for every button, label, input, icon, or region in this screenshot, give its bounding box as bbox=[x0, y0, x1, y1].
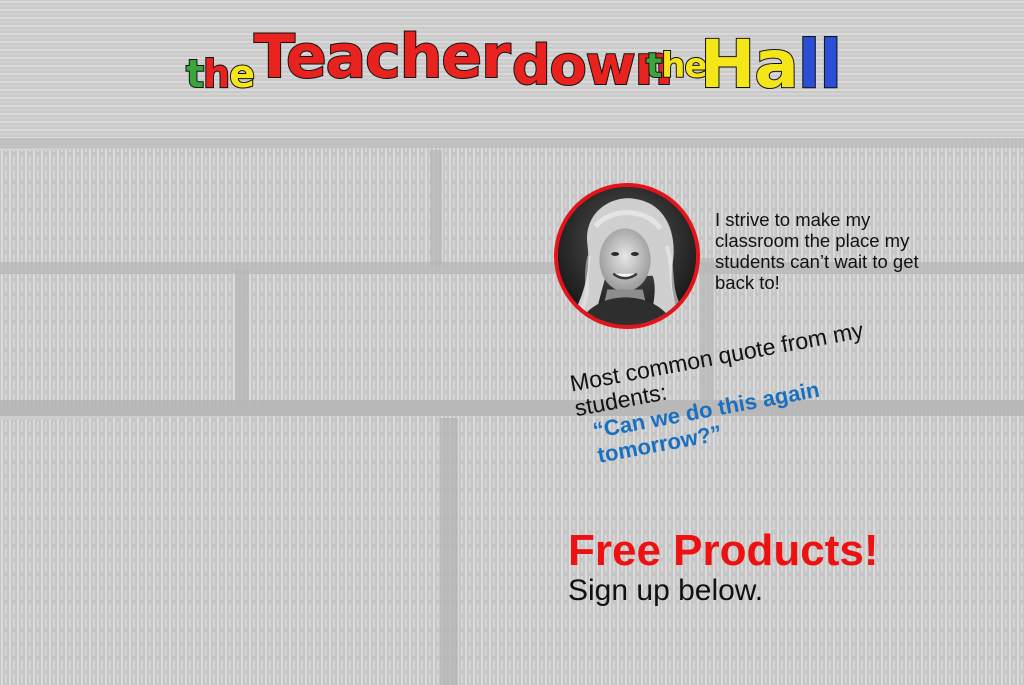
free-products-headline: Free Products! bbox=[568, 526, 879, 575]
site-logo[interactable]: the Teacher down the Hall bbox=[185, 21, 846, 112]
logo-word-the-1: the bbox=[185, 51, 256, 97]
logo-word-the-2: the bbox=[645, 45, 709, 87]
teacher-avatar bbox=[554, 183, 700, 329]
portrait-photo-icon bbox=[558, 187, 696, 325]
logo-word-teacher: Teacher bbox=[253, 21, 512, 93]
signup-subtext: Sign up below. bbox=[568, 574, 764, 607]
teacher-bio: I strive to make my classroom the place … bbox=[715, 209, 919, 293]
hero-banner: the Teacher down the Hall I strive to ma… bbox=[0, 0, 1024, 685]
logo-word-hall: Hall bbox=[699, 25, 843, 104]
